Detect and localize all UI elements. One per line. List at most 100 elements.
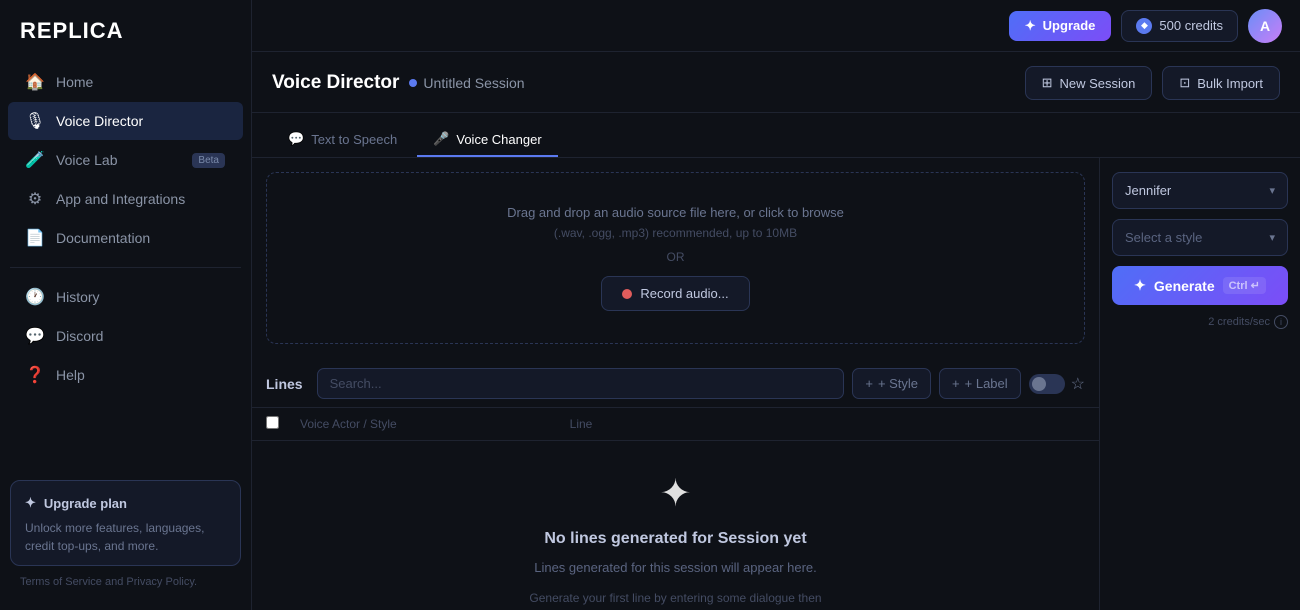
generate-button[interactable]: ✦ Generate Ctrl ↵: [1112, 266, 1288, 305]
upgrade-star-icon: ✦: [25, 495, 36, 511]
drop-zone[interactable]: Drag and drop an audio source file here,…: [266, 172, 1085, 344]
sidebar-item-voice-director[interactable]: 🎙 Voice Director: [8, 102, 243, 140]
logo-text: REPLICA: [20, 18, 124, 44]
star-icon[interactable]: ☆: [1071, 374, 1085, 394]
mic-dot: [622, 289, 632, 299]
content-body: Drag and drop an audio source file here,…: [252, 158, 1300, 610]
session-dot: [409, 79, 417, 87]
sidebar-item-label: Voice Lab: [56, 152, 118, 168]
bulk-import-label: Bulk Import: [1197, 76, 1263, 91]
select-all-checkbox[interactable]: [266, 416, 279, 429]
beta-badge: Beta: [192, 153, 225, 168]
new-session-icon: ⊞: [1042, 75, 1053, 91]
voice-changer-icon: 🎤: [433, 131, 449, 147]
drop-zone-or: OR: [667, 250, 685, 264]
generate-sparkle-icon: ✦: [1134, 277, 1146, 294]
sidebar-item-documentation[interactable]: 📄 Documentation: [8, 219, 243, 257]
sidebar-item-voice-lab[interactable]: 🧪 Voice Lab Beta: [8, 141, 243, 179]
bulk-import-icon: ⊡: [1179, 75, 1190, 91]
history-icon: 🕐: [26, 288, 44, 306]
plus-icon: +: [865, 376, 873, 391]
document-icon: 📄: [26, 229, 44, 247]
new-session-button[interactable]: ⊞ New Session: [1025, 66, 1153, 100]
sidebar-item-discord[interactable]: 💬 Discord: [8, 317, 243, 355]
tab-voice-changer[interactable]: 🎤 Voice Changer: [417, 123, 557, 157]
right-panel: Jennifer ▾ Select a style ▾ ✦ Generate C…: [1100, 158, 1300, 610]
plus-icon: +: [952, 376, 960, 391]
bulk-import-button[interactable]: ⊡ Bulk Import: [1162, 66, 1280, 100]
page-title: Voice Director: [272, 72, 399, 94]
record-audio-button[interactable]: Record audio...: [601, 276, 749, 311]
sidebar-item-integrations[interactable]: ⚙ App and Integrations: [8, 180, 243, 218]
empty-state: ✦ No lines generated for Session yet Lin…: [252, 441, 1099, 610]
empty-hint: Generate your first line by entering som…: [529, 589, 821, 610]
info-icon[interactable]: i: [1274, 315, 1288, 329]
home-icon: 🏠: [26, 73, 44, 91]
toggle-area: ☆: [1029, 374, 1085, 394]
sidebar-item-label: Discord: [56, 328, 103, 344]
tab-text-to-speech[interactable]: 💬 Text to Speech: [272, 123, 413, 157]
credits-per-sec-text: 2 credits/sec: [1208, 316, 1270, 328]
tab-bar: 💬 Text to Speech 🎤 Voice Changer: [252, 113, 1300, 158]
chevron-down-icon: ▾: [1269, 184, 1275, 197]
style-select[interactable]: Select a style ▾: [1112, 219, 1288, 256]
label-text: + Label: [965, 376, 1008, 391]
sidebar-item-label: Voice Director: [56, 113, 143, 129]
discord-icon: 💬: [26, 327, 44, 345]
credits-per-sec: 2 credits/sec i: [1112, 315, 1288, 329]
credits-label: 500 credits: [1159, 18, 1223, 33]
voice-select[interactable]: Jennifer ▾: [1112, 172, 1288, 209]
col-voice-actor: Voice Actor / Style: [300, 417, 558, 431]
label-filter-button[interactable]: + + Label: [939, 368, 1021, 399]
table-header: Voice Actor / Style Line: [252, 408, 1099, 441]
style-filter-button[interactable]: + + Style: [852, 368, 931, 399]
sidebar-item-history[interactable]: 🕐 History: [8, 278, 243, 316]
flask-icon: 🧪: [26, 151, 44, 169]
sidebar-item-home[interactable]: 🏠 Home: [8, 63, 243, 101]
avatar[interactable]: A: [1248, 9, 1282, 43]
sidebar-nav: 🏠 Home 🎙 Voice Director 🧪 Voice Lab Beta…: [0, 58, 251, 470]
style-placeholder: Select a style: [1125, 230, 1202, 245]
upgrade-button[interactable]: ✦ Upgrade: [1009, 11, 1112, 41]
sidebar-item-label: Documentation: [56, 230, 150, 246]
credits-button[interactable]: ◆ 500 credits: [1121, 10, 1238, 42]
sidebar: REPLICA 🏠 Home 🎙 Voice Director 🧪 Voice …: [0, 0, 252, 610]
gear-icon: ⚙: [26, 190, 44, 208]
session-name-area: Untitled Session: [409, 75, 524, 91]
avatar-initials: A: [1260, 18, 1270, 34]
empty-title: No lines generated for Session yet: [544, 530, 806, 548]
session-name-label: Untitled Session: [423, 75, 524, 91]
sidebar-item-help[interactable]: ❓ Help: [8, 356, 243, 394]
footer-text: Terms of Service and Privacy Policy.: [20, 576, 197, 588]
upgrade-label: Upgrade: [1043, 18, 1096, 33]
style-label: + Style: [878, 376, 918, 391]
left-panel: Drag and drop an audio source file here,…: [252, 158, 1100, 610]
toggle-switch[interactable]: [1029, 374, 1065, 394]
col-line: Line: [570, 417, 1085, 431]
tab-label: Text to Speech: [311, 132, 397, 147]
drop-zone-text: Drag and drop an audio source file here,…: [507, 205, 844, 220]
help-icon: ❓: [26, 366, 44, 384]
sidebar-item-label: Help: [56, 367, 85, 383]
upgrade-card-title: Upgrade plan: [44, 496, 127, 511]
top-header: ✦ Upgrade ◆ 500 credits A: [252, 0, 1300, 52]
voice-label: Jennifer: [1125, 183, 1171, 198]
upgrade-card-text: Unlock more features, languages, credit …: [25, 519, 226, 555]
generate-shortcut: Ctrl ↵: [1223, 277, 1266, 294]
sparkle-icon: ✦: [660, 471, 692, 516]
credits-icon: ◆: [1136, 18, 1152, 34]
page-title-area: Voice Director Untitled Session: [272, 72, 1011, 94]
lines-header: Lines + + Style + + Label: [252, 358, 1099, 408]
upgrade-card-header: ✦ Upgrade plan: [25, 495, 226, 511]
toggle-thumb: [1032, 377, 1046, 391]
new-session-label: New Session: [1059, 76, 1135, 91]
search-input[interactable]: [317, 368, 845, 399]
sidebar-bottom: ✦ Upgrade plan Unlock more features, lan…: [0, 470, 251, 610]
lines-title: Lines: [266, 376, 303, 392]
sidebar-item-label: History: [56, 289, 100, 305]
chevron-down-icon: ▾: [1269, 231, 1275, 244]
checkbox-col: [266, 416, 288, 432]
empty-subtitle: Lines generated for this session will ap…: [534, 558, 817, 579]
microphone-icon: 🎙: [26, 112, 44, 130]
upgrade-card: ✦ Upgrade plan Unlock more features, lan…: [10, 480, 241, 566]
